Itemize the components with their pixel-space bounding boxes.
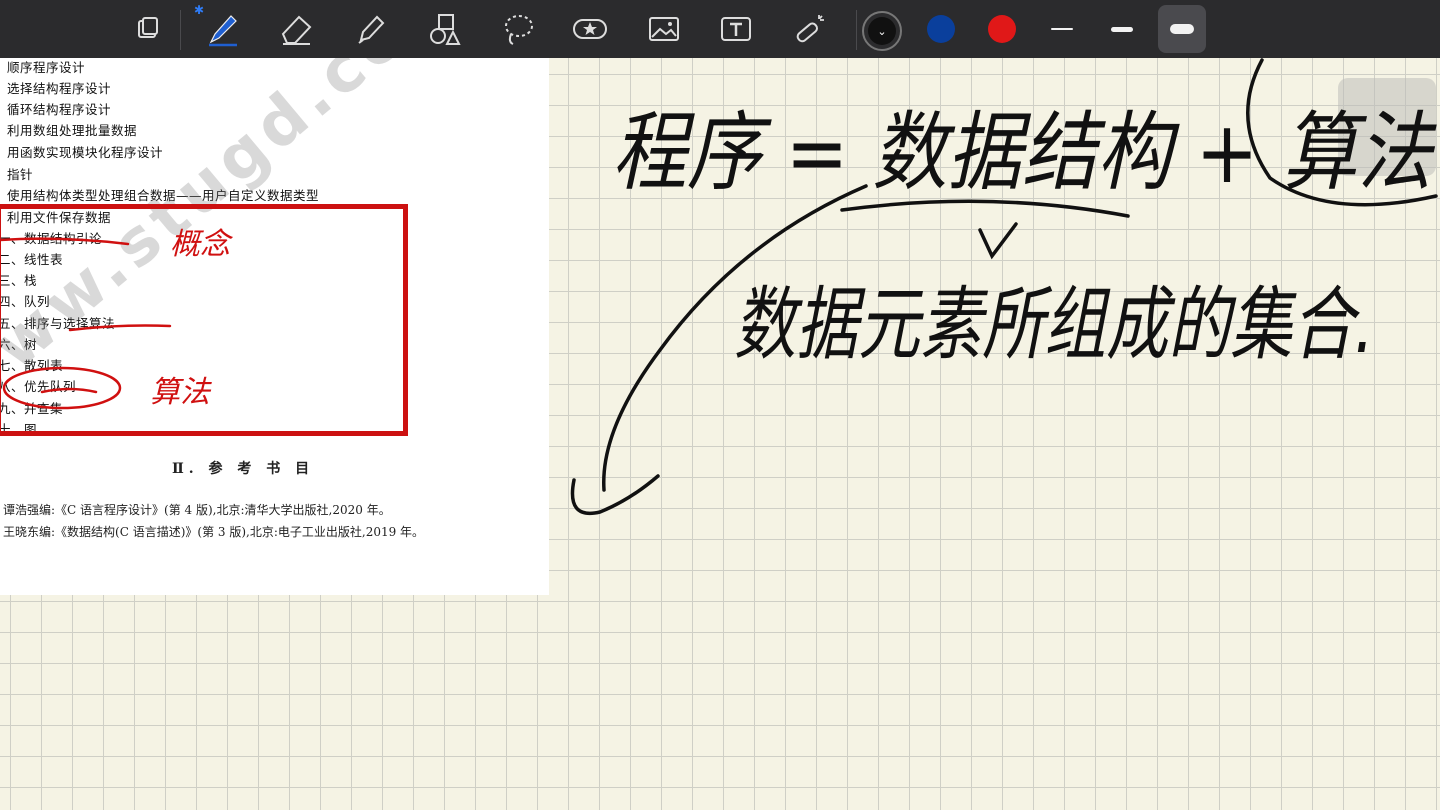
swatch-dot <box>927 15 955 43</box>
list-item: 利用数组处理批量数据 <box>7 123 138 138</box>
stroke-preview <box>1051 28 1073 30</box>
reference-item: 王晓东编:《数据结构(C 语言描述)》(第 3 版),北京:电子工业出版社,20… <box>3 525 425 539</box>
handwritten-line: 数据元素所组成的集合. <box>734 278 1374 371</box>
color-swatch-red[interactable] <box>984 11 1020 47</box>
stroke-thin-option[interactable] <box>1038 5 1086 53</box>
highlighter-icon[interactable] <box>346 5 394 53</box>
pasted-document[interactable]: 顺序程序设计 选择结构程序设计 循环结构程序设计 利用数组处理批量数据 用函数实… <box>0 58 549 595</box>
handwritten-line: 程序 = 数据结构 + 算法 <box>612 103 1437 203</box>
page-layout-icon[interactable] <box>124 5 172 53</box>
black-ink-strokes <box>570 58 1438 515</box>
toolbar-divider <box>180 10 181 50</box>
list-item: 用函数实现模块化程序设计 <box>7 145 164 160</box>
image-icon[interactable] <box>640 5 688 53</box>
text-box-icon[interactable] <box>712 5 760 53</box>
stroke-medium-option[interactable] <box>1098 5 1146 53</box>
pen-icon[interactable] <box>198 5 246 53</box>
stroke-preview <box>1170 24 1194 34</box>
stroke-thick-option[interactable] <box>1158 5 1206 53</box>
list-item: 选择结构程序设计 <box>7 81 112 96</box>
eraser-icon[interactable] <box>272 5 320 53</box>
chevron-down-icon: ⌄ <box>868 17 896 45</box>
reference-heading: Ⅱ. 参 考 书 目 <box>172 461 315 477</box>
red-annotation-box <box>0 204 408 436</box>
stroke-preview <box>1111 26 1133 32</box>
reference-item: 谭浩强编:《C 语言程序设计》(第 4 版),北京:清华大学出版社,2020 年… <box>3 503 391 517</box>
color-swatch-black[interactable]: ⌄ <box>862 11 902 51</box>
shapes-icon[interactable] <box>420 5 468 53</box>
swatch-dot <box>988 15 1016 43</box>
list-item: 循环结构程序设计 <box>7 102 112 117</box>
lasso-icon[interactable] <box>494 5 542 53</box>
toolbar-divider <box>856 10 857 50</box>
laser-pointer-icon[interactable] <box>786 5 834 53</box>
toolbar: ✱ ⌄ <box>0 0 1440 58</box>
sticker-icon[interactable] <box>566 5 614 53</box>
color-swatch-blue[interactable] <box>923 11 959 47</box>
list-item: 指针 <box>7 167 34 182</box>
list-item: 顺序程序设计 <box>7 60 86 75</box>
floating-thumbnail[interactable] <box>1338 78 1436 176</box>
